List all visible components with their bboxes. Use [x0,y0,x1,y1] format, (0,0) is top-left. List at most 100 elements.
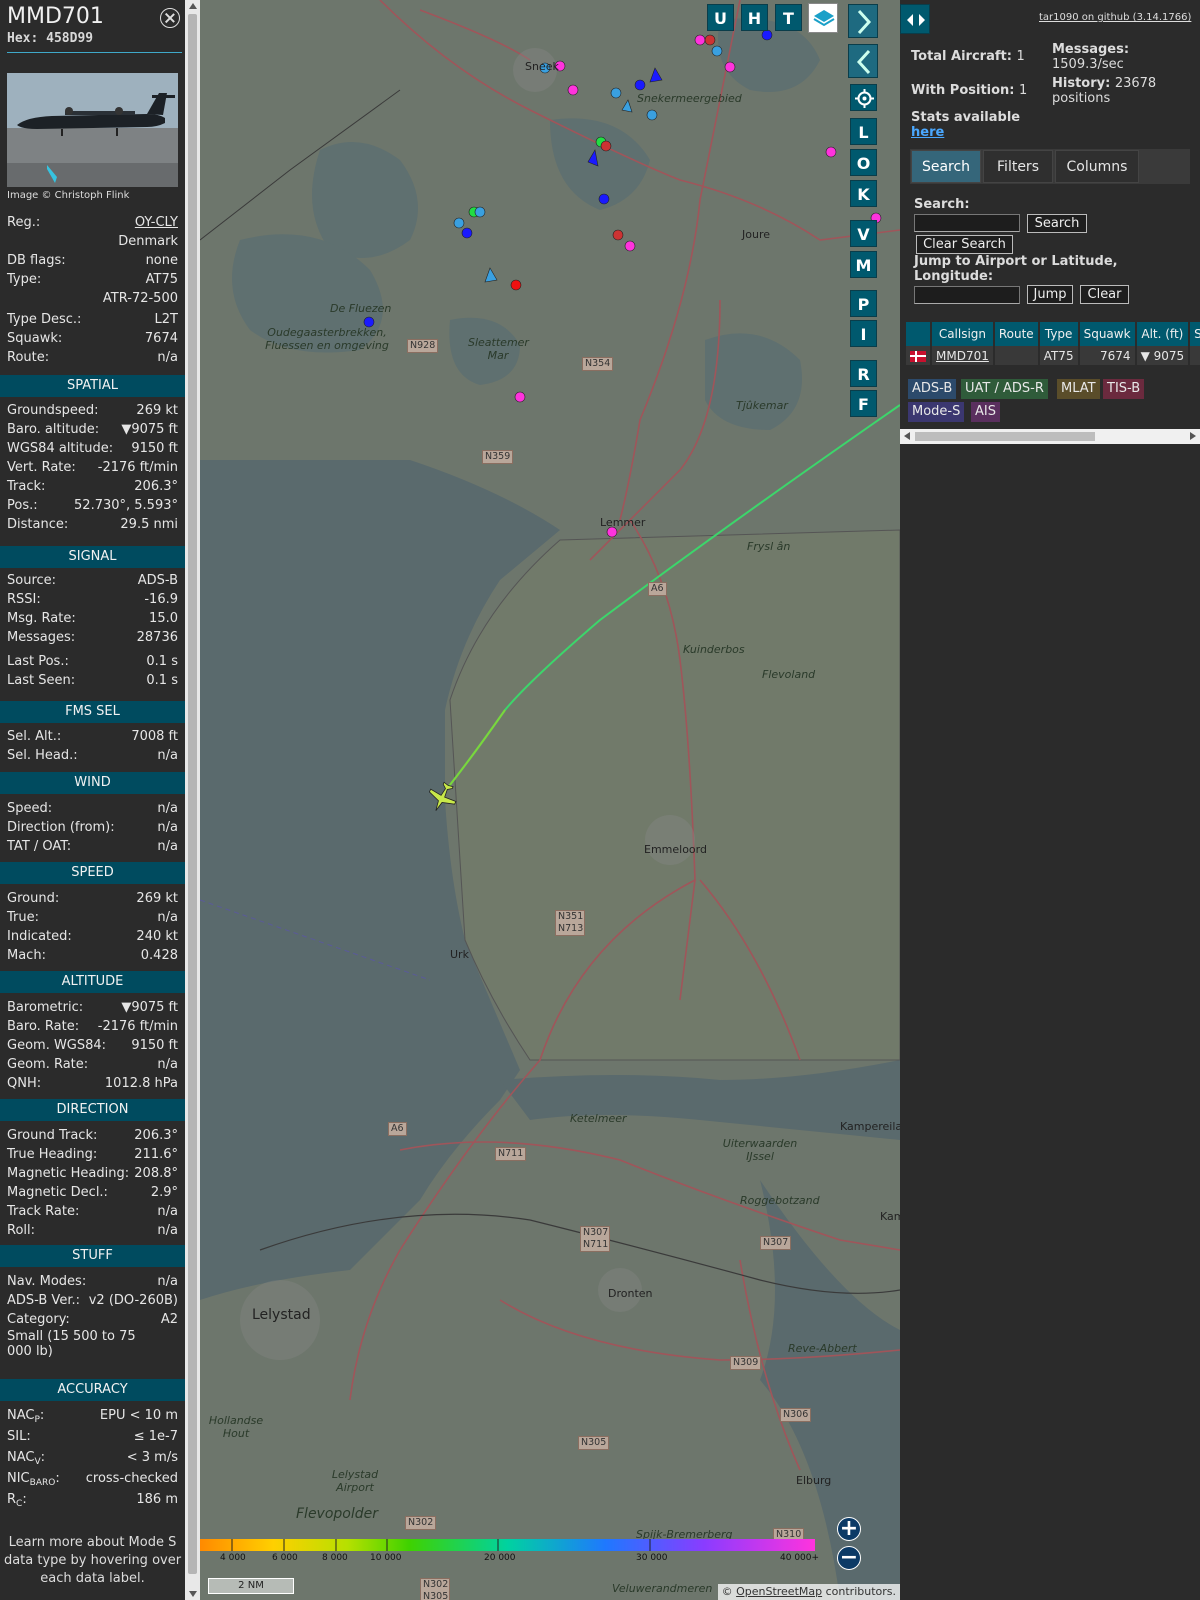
info-label[interactable]: NACV: [7,1448,45,1467]
toggle-sidebar-icon[interactable] [900,4,930,34]
map-button-v[interactable]: V [850,220,877,247]
stats-here-link[interactable]: here [911,125,1020,140]
info-panel-scrollbar[interactable] [185,0,200,1600]
info-label[interactable]: Magnetic Decl.: [7,1183,108,1202]
collapse-left-icon[interactable] [848,44,878,78]
info-label[interactable]: Source: [7,571,56,590]
info-label[interactable]: QNH: [7,1074,41,1093]
info-label[interactable]: ADS-B Ver.: [7,1291,80,1310]
info-label[interactable]: Ground Track: [7,1126,97,1145]
callsign-cell[interactable]: MMD701 [931,346,995,365]
info-label[interactable]: Mach: [7,946,46,965]
scroll-left-arrow-icon[interactable] [904,432,910,440]
column-header[interactable]: Sp [1189,322,1200,346]
close-icon[interactable] [160,8,180,28]
expand-right-icon[interactable] [848,4,878,38]
zoom-out-button[interactable]: − [837,1546,861,1570]
callsign-link[interactable]: MMD701 [936,349,989,363]
info-label[interactable]: Geom. WGS84: [7,1036,106,1055]
source-legend-chip[interactable]: TIS-B [1103,379,1145,399]
info-label[interactable]: Track: [7,477,45,496]
github-link[interactable]: tar1090 on github (3.14.1766) [1039,12,1191,23]
map-button-h[interactable]: H [741,4,768,31]
info-label[interactable]: Last Pos.: [7,652,69,671]
aircraft-photo[interactable] [7,73,178,187]
info-label[interactable]: Track Rate: [7,1202,79,1221]
tab-filters[interactable]: Filters [983,150,1053,183]
info-label[interactable]: True: [7,908,39,927]
tab-search[interactable]: Search [911,150,981,183]
info-label[interactable]: SIL: [7,1427,31,1446]
info-label[interactable]: NICBARO: [7,1469,60,1488]
info-label[interactable]: Sel. Alt.: [7,727,61,746]
info-label[interactable]: Direction (from): [7,818,115,837]
osm-link[interactable]: OpenStreetMap [736,1585,822,1598]
info-label[interactable]: Barometric: [7,998,83,1017]
table-row[interactable]: MMD701 AT75 7674 ▼ 9075 [906,346,1200,365]
column-header[interactable]: Route [993,322,1040,346]
info-label[interactable]: Nav. Modes: [7,1272,86,1291]
info-label[interactable]: Small (15 500 to 75 000 lb) [7,1329,137,1363]
info-label[interactable]: Last Seen: [7,671,75,690]
map-button-m[interactable]: M [850,251,877,278]
scrollbar-thumb[interactable] [188,14,197,1574]
info-label[interactable]: Type Desc.: [7,310,81,329]
column-header[interactable]: Callsign [931,322,995,346]
info-label[interactable]: Distance: [7,515,68,534]
map-button-t[interactable]: T [775,4,802,31]
info-label[interactable]: True Heading: [7,1145,97,1164]
column-header[interactable]: Type [1038,322,1080,346]
source-legend-chip[interactable]: ADS-B [908,379,957,399]
map-view[interactable]: Sneek Joure Lemmer Emmeloord Urk Dronten Lelys… [200,0,900,1600]
map-button-o[interactable]: O [850,149,877,176]
info-label[interactable]: Messages: [7,628,75,647]
map-button-f[interactable]: F [850,390,877,417]
map-button-p[interactable]: P [850,290,877,317]
info-label[interactable]: Groundspeed: [7,401,98,420]
map-button-r[interactable]: R [850,360,877,387]
info-label[interactable]: Route: [7,348,49,367]
info-label[interactable]: Roll: [7,1221,35,1240]
settings-gear-icon[interactable] [850,84,877,111]
clear-search-button[interactable]: Clear Search [916,235,1013,254]
info-label[interactable]: TAT / OAT: [7,837,71,856]
scroll-down-arrow-icon[interactable] [189,1591,197,1597]
map-button-u[interactable]: U [707,4,734,31]
info-label[interactable]: Indicated: [7,927,72,946]
hscroll-thumb[interactable] [915,432,1095,441]
info-label[interactable]: Reg.: [7,213,40,232]
info-label[interactable]: RSSI: [7,590,41,609]
info-label[interactable]: Speed: [7,799,52,818]
jump-button[interactable]: Jump [1027,285,1073,304]
info-label[interactable]: Ground: [7,889,59,908]
info-label[interactable]: Baro. Rate: [7,1017,79,1036]
info-label[interactable]: Geom. Rate: [7,1055,88,1074]
info-label[interactable]: Vert. Rate: [7,458,76,477]
scroll-up-arrow-icon[interactable] [189,3,197,9]
info-label[interactable]: Pos.: [7,496,38,515]
map-button-l[interactable]: L [850,118,877,145]
column-header[interactable]: Alt. (ft) [1135,322,1191,346]
info-label[interactable]: Category: [7,1310,70,1329]
jump-input[interactable] [914,286,1020,304]
scroll-right-arrow-icon[interactable] [1190,432,1196,440]
column-header[interactable]: Squawk [1078,322,1137,346]
layers-icon[interactable] [808,3,838,33]
info-label[interactable]: Type: [7,270,41,289]
registration-link[interactable]: OY-CLY [135,213,178,232]
info-label[interactable]: Sel. Head.: [7,746,78,765]
source-legend-chip[interactable]: AIS [971,402,1000,422]
zoom-in-button[interactable]: + [837,1517,861,1541]
table-horizontal-scrollbar[interactable] [900,429,1200,444]
map-button-i[interactable]: I [850,320,877,347]
source-legend-chip[interactable]: MLAT [1057,379,1100,399]
source-legend-chip[interactable]: Mode-S [908,402,965,422]
info-label[interactable]: RC: [7,1490,27,1509]
info-label[interactable]: NACP: [7,1406,44,1425]
info-label[interactable]: Baro. altitude: [7,420,99,439]
info-label[interactable]: DB flags: [7,251,66,270]
tab-columns[interactable]: Columns [1055,150,1139,183]
info-label[interactable]: WGS84 altitude: [7,439,113,458]
clear-button[interactable]: Clear [1080,285,1129,304]
info-label[interactable]: Msg. Rate: [7,609,76,628]
